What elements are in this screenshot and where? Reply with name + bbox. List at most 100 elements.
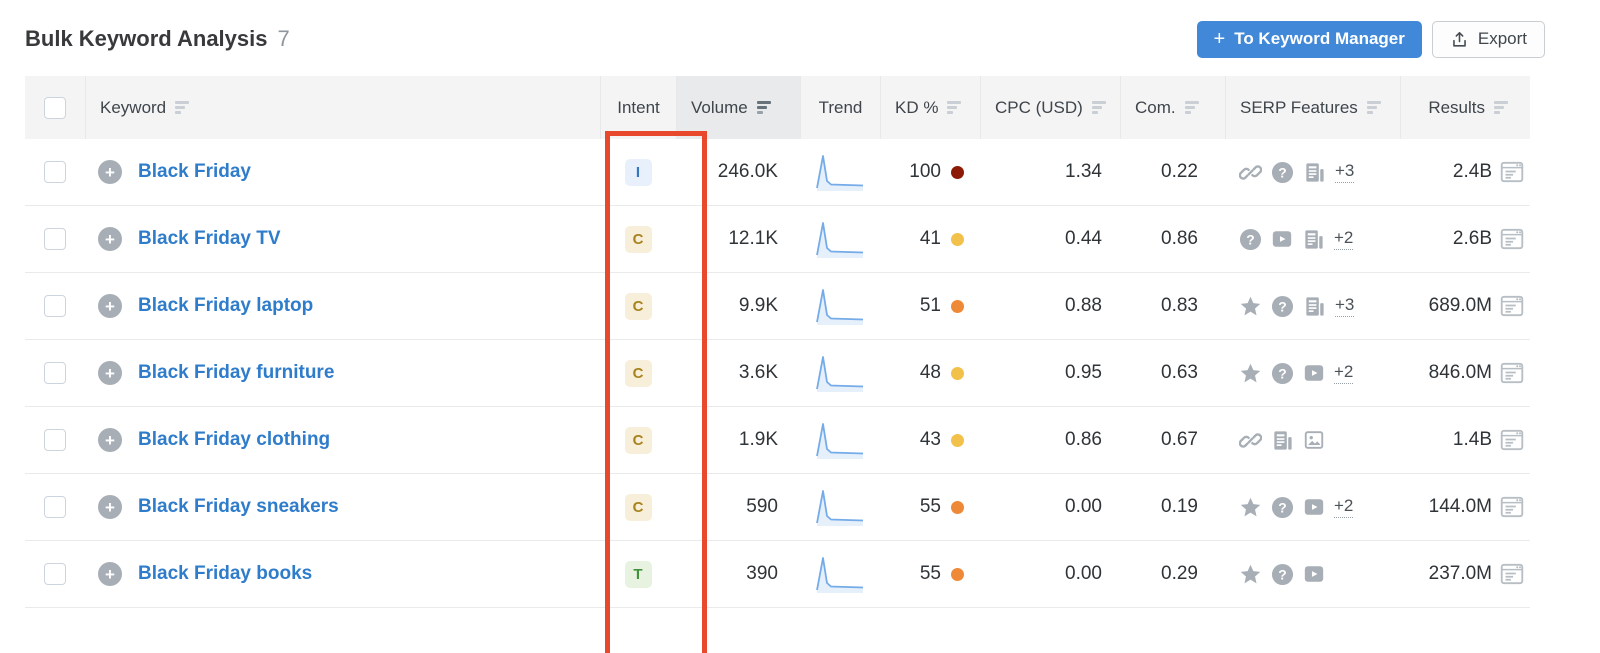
sort-icon [947,101,961,114]
table-row: + Black Friday I 246.0K 100 1.34 0.22 ?+… [25,139,1530,206]
kd-value: 48 [920,362,941,384]
add-keyword-icon[interactable]: + [98,495,122,519]
news-icon [1302,228,1325,251]
kd-value: 55 [920,563,941,585]
row-checkbox[interactable] [44,563,66,585]
add-keyword-icon[interactable]: + [98,361,122,385]
column-header-volume[interactable]: Volume [676,76,800,139]
com-value: 0.83 [1120,295,1225,317]
results-page-icon[interactable] [1499,494,1525,520]
row-checkbox[interactable] [44,228,66,250]
export-label: Export [1478,29,1527,49]
serp-features-cell: ?+2 [1225,496,1400,519]
table-row: + Black Friday laptop C 9.9K 51 0.88 0.8… [25,273,1530,340]
row-checkbox[interactable] [44,362,66,384]
column-header-results[interactable]: Results [1400,76,1530,139]
link-icon [1239,161,1262,184]
results-value: 846.0M [1429,362,1492,384]
results-page-icon[interactable] [1499,561,1525,587]
to-keyword-manager-button[interactable]: + To Keyword Manager [1197,21,1422,58]
serp-features-more-link[interactable]: +2 [1334,496,1353,517]
keyword-link[interactable]: Black Friday books [138,563,312,585]
star-icon [1239,496,1262,519]
column-header-kd[interactable]: KD % [880,76,980,139]
results-value: 2.6B [1453,228,1492,250]
table-row: + Black Friday furniture C 3.6K 48 0.95 … [25,340,1530,407]
star-icon [1239,295,1262,318]
keyword-link[interactable]: Black Friday furniture [138,362,334,384]
sort-icon-active [757,101,771,114]
results-page-icon[interactable] [1499,293,1525,319]
intent-badge: C [625,494,652,521]
table-row: + Black Friday books T 390 55 0.00 0.29 … [25,541,1530,608]
row-checkbox[interactable] [44,295,66,317]
volume-value: 3.6K [676,362,800,384]
com-value: 0.19 [1120,496,1225,518]
serp-features-more-link[interactable]: +2 [1334,362,1353,383]
video-icon [1303,563,1325,585]
export-button[interactable]: Export [1432,21,1545,58]
column-header-serp-features[interactable]: SERP Features [1225,76,1400,139]
svg-text:?: ? [1278,365,1286,381]
add-keyword-icon[interactable]: + [98,428,122,452]
cpc-value: 0.00 [980,563,1120,585]
results-page-icon[interactable] [1499,360,1525,386]
volume-value: 1.9K [676,429,800,451]
sort-icon [1185,101,1199,114]
row-checkbox-cell [25,496,85,518]
trend-sparkline [800,553,880,595]
cpc-value: 0.88 [980,295,1120,317]
serp-features-more-link[interactable]: +3 [1335,161,1354,182]
question-icon: ? [1271,563,1294,586]
intent-badge: C [625,360,652,387]
column-header-intent[interactable]: Intent [600,76,676,139]
column-label-com: Com. [1135,98,1176,118]
serp-features-more-link[interactable]: +2 [1334,228,1353,249]
kd-value: 100 [909,161,941,183]
row-checkbox[interactable] [44,496,66,518]
trend-sparkline [800,285,880,327]
row-checkbox[interactable] [44,429,66,451]
serp-features-cell: ?+3 [1225,295,1400,318]
serp-features-more-link[interactable]: +3 [1335,295,1354,316]
keyword-link[interactable]: Black Friday TV [138,228,281,250]
column-header-com[interactable]: Com. [1120,76,1225,139]
row-checkbox-cell [25,228,85,250]
column-header-cpc[interactable]: CPC (USD) [980,76,1120,139]
add-keyword-icon[interactable]: + [98,294,122,318]
select-all-checkbox[interactable] [44,97,66,119]
column-label-keyword: Keyword [100,98,166,118]
video-icon [1303,496,1325,518]
table-body: + Black Friday I 246.0K 100 1.34 0.22 ?+… [25,139,1530,608]
video-icon [1303,362,1325,384]
results-page-icon[interactable] [1499,427,1525,453]
add-keyword-icon[interactable]: + [98,562,122,586]
results-value: 689.0M [1429,295,1492,317]
keyword-link[interactable]: Black Friday laptop [138,295,313,317]
results-page-icon[interactable] [1499,226,1525,252]
cpc-value: 0.86 [980,429,1120,451]
keyword-link[interactable]: Black Friday [138,161,251,183]
serp-features-cell: ? [1225,563,1400,586]
column-header-keyword[interactable]: Keyword [85,76,600,139]
column-label-cpc: CPC (USD) [995,98,1083,118]
table-row: + Black Friday sneakers C 590 55 0.00 0.… [25,474,1530,541]
column-label-serp-features: SERP Features [1240,98,1358,118]
kd-difficulty-dot [951,501,964,514]
cpc-value: 0.44 [980,228,1120,250]
svg-text:?: ? [1278,566,1286,582]
com-value: 0.22 [1120,161,1225,183]
kd-value: 41 [920,228,941,250]
keyword-link[interactable]: Black Friday clothing [138,429,330,451]
keyword-count: 7 [277,26,289,52]
link-icon [1239,429,1262,452]
sort-icon [1494,101,1508,114]
to-keyword-manager-label: To Keyword Manager [1234,29,1405,49]
add-keyword-icon[interactable]: + [98,160,122,184]
column-label-volume: Volume [691,98,748,118]
results-page-icon[interactable] [1499,159,1525,185]
add-keyword-icon[interactable]: + [98,227,122,251]
keyword-link[interactable]: Black Friday sneakers [138,496,339,518]
row-checkbox[interactable] [44,161,66,183]
row-checkbox-cell [25,563,85,585]
